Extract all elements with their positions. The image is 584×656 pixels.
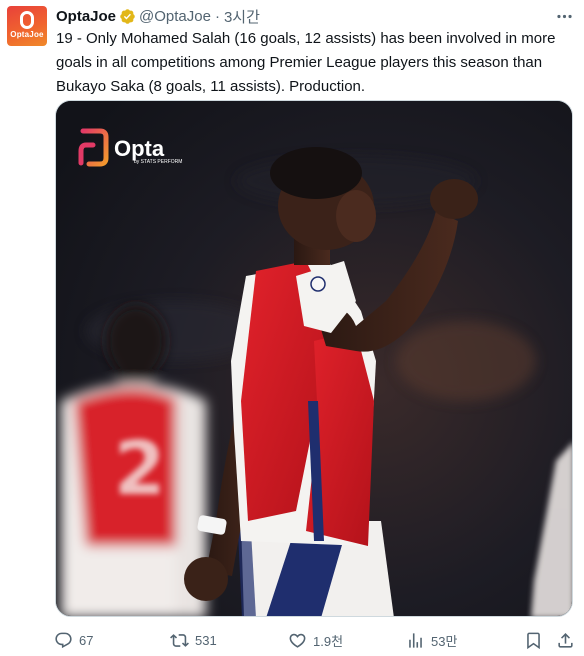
reply-icon bbox=[55, 632, 72, 648]
opta-logo-text: Opta bbox=[114, 136, 165, 161]
opta-o-logo bbox=[20, 11, 34, 29]
repost-icon bbox=[170, 633, 189, 647]
handle[interactable]: @OptaJoe bbox=[139, 8, 211, 25]
reply-button[interactable]: 67 bbox=[54, 628, 93, 652]
avatar-label: OptaJoe bbox=[10, 30, 44, 39]
like-count: 1.9천 bbox=[313, 633, 344, 649]
repost-count: 531 bbox=[195, 632, 217, 648]
tweet[interactable]: OptaJoe OptaJoe @OptaJoe · 3시간 19 - Only… bbox=[0, 0, 584, 656]
timestamp[interactable]: 3시간 bbox=[224, 6, 260, 27]
reply-count: 67 bbox=[79, 632, 94, 648]
tweet-photo[interactable]: 2 Opta by STATS PERFORM bbox=[55, 100, 573, 617]
background-shirt-number: 2 bbox=[114, 426, 166, 512]
display-name[interactable]: OptaJoe bbox=[56, 8, 116, 25]
bookmark-icon bbox=[527, 632, 540, 649]
opta-logo-subtext: by STATS PERFORM bbox=[134, 159, 182, 165]
verified-badge-icon bbox=[120, 8, 135, 24]
share-button[interactable] bbox=[556, 628, 575, 652]
repost-button[interactable]: 531 bbox=[170, 628, 217, 652]
tweet-text: 19 - Only Mohamed Salah (16 goals, 12 as… bbox=[56, 30, 556, 95]
tweet-header: OptaJoe @OptaJoe · 3시간 bbox=[56, 6, 260, 26]
separator-dot: · bbox=[214, 7, 220, 25]
action-bar: 67 531 1.9천 53만 bbox=[52, 628, 576, 652]
views-button[interactable]: 53만 bbox=[406, 628, 457, 652]
views-count: 53만 bbox=[431, 633, 458, 649]
bookmark-button[interactable] bbox=[524, 628, 543, 652]
heart-icon bbox=[289, 633, 306, 648]
share-icon bbox=[558, 632, 573, 648]
like-button[interactable]: 1.9천 bbox=[288, 628, 343, 652]
avatar[interactable]: OptaJoe bbox=[7, 6, 47, 46]
views-icon bbox=[409, 632, 422, 648]
more-icon[interactable] bbox=[552, 6, 576, 26]
